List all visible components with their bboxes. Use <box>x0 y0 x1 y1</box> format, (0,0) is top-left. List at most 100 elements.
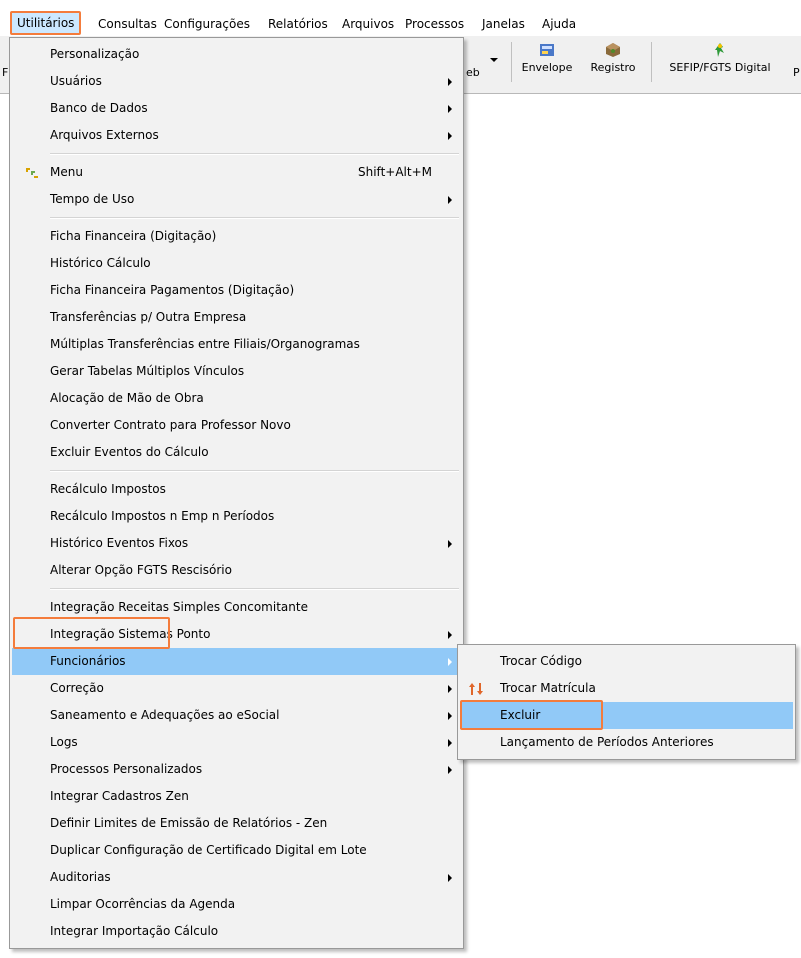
menu-item-historico-calculo[interactable]: Histórico Cálculo <box>12 250 461 277</box>
menu-item-label: Integração Sistemas Ponto <box>50 627 211 641</box>
menu-item-multiplas-transferencias[interactable]: Múltiplas Transferências entre Filiais/O… <box>12 331 461 358</box>
submenu-arrow-icon <box>448 658 452 666</box>
submenu-item-label: Excluir <box>500 708 541 722</box>
submenu-item-trocar-matricula[interactable]: Trocar Matrícula <box>460 675 793 702</box>
menu-item-label: Personalização <box>50 47 140 61</box>
menubar-relatorios[interactable]: Relatórios <box>264 14 332 34</box>
menu-item-arquivos-externos[interactable]: Arquivos Externos <box>12 122 461 149</box>
menu-item-ficha-financeira[interactable]: Ficha Financeira (Digitação) <box>12 223 461 250</box>
menubar-utilitarios[interactable]: Utilitários <box>10 11 82 35</box>
menu-item-label: Recálculo Impostos n Emp n Períodos <box>50 509 275 523</box>
menu-item-correcao[interactable]: Correção <box>12 675 461 702</box>
menu-item-integrar-importacao[interactable]: Integrar Importação Cálculo <box>12 918 461 945</box>
sefip-icon <box>715 43 724 57</box>
submenu-arrow-icon <box>448 196 452 204</box>
submenu-item-label: Trocar Código <box>500 654 582 668</box>
menu-item-label: Múltiplas Transferências entre Filiais/O… <box>50 337 360 351</box>
menu-item-integracao-sistemas-ponto[interactable]: Integração Sistemas Ponto <box>12 621 461 648</box>
submenu-arrow-icon <box>448 739 452 747</box>
menubar-ajuda[interactable]: Ajuda <box>538 14 580 34</box>
toolbar-web-fragment[interactable]: eb <box>466 66 480 79</box>
menu-item-label: Usuários <box>50 74 102 88</box>
menu-item-logs[interactable]: Logs <box>12 729 461 756</box>
menubar-consultas[interactable]: Consultas <box>94 14 161 34</box>
menu-item-duplicar-configuracao[interactable]: Duplicar Configuração de Certificado Dig… <box>12 837 461 864</box>
menu-item-label: Recálculo Impostos <box>50 482 166 496</box>
funcionarios-submenu: Trocar Código Trocar Matrícula Excluir L… <box>457 644 796 760</box>
submenu-item-excluir[interactable]: Excluir <box>460 702 793 729</box>
menu-item-label: Duplicar Configuração de Certificado Dig… <box>50 843 367 857</box>
menu-item-label: Ficha Financeira (Digitação) <box>50 229 217 243</box>
menu-item-usuarios[interactable]: Usuários <box>12 68 461 95</box>
menu-bar: Utilitários Consultas Configurações Rela… <box>0 0 801 36</box>
menu-item-processos-personalizados[interactable]: Processos Personalizados <box>12 756 461 783</box>
menu-item-gerar-tabelas[interactable]: Gerar Tabelas Múltiplos Vínculos <box>12 358 461 385</box>
menu-separator <box>50 153 459 155</box>
submenu-arrow-icon <box>448 712 452 720</box>
menu-item-label: Alocação de Mão de Obra <box>50 391 204 405</box>
menu-item-label: Processos Personalizados <box>50 762 203 776</box>
menu-item-label: Integrar Importação Cálculo <box>50 924 219 938</box>
menu-item-auditorias[interactable]: Auditorias <box>12 864 461 891</box>
menubar-processos[interactable]: Processos <box>401 14 468 34</box>
menu-item-label: Definir Limites de Emissão de Relatórios… <box>50 816 328 830</box>
menu-item-definir-limites[interactable]: Definir Limites de Emissão de Relatórios… <box>12 810 461 837</box>
menu-item-label: Tempo de Uso <box>50 192 135 206</box>
menu-item-label: Auditorias <box>50 870 111 884</box>
submenu-arrow-icon <box>448 874 452 882</box>
menu-item-funcionarios[interactable]: Funcionários <box>12 648 461 675</box>
menu-item-label: Correção <box>50 681 104 695</box>
menu-item-alterar-opcao-fgts[interactable]: Alterar Opção FGTS Rescisório <box>12 557 461 584</box>
menu-item-label: Transferências p/ Outra Empresa <box>50 310 247 324</box>
toolbar-left-fragment: F <box>2 66 9 79</box>
registro-button[interactable]: Registro <box>584 42 642 74</box>
submenu-item-label: Trocar Matrícula <box>500 681 596 695</box>
menu-item-tempo-de-uso[interactable]: Tempo de Uso <box>12 186 461 213</box>
menu-item-label: Logs <box>50 735 78 749</box>
submenu-arrow-icon <box>448 105 452 113</box>
menu-item-converter-contrato[interactable]: Converter Contrato para Professor Novo <box>12 412 461 439</box>
menu-item-ficha-financeira-pagamentos[interactable]: Ficha Financeira Pagamentos (Digitação) <box>12 277 461 304</box>
menubar-configuracoes[interactable]: Configurações <box>160 14 254 34</box>
toolbar-separator <box>651 42 652 82</box>
toolbar-separator <box>511 42 512 82</box>
menu-item-recalculo-impostos[interactable]: Recálculo Impostos <box>12 476 461 503</box>
menu-item-label: Banco de Dados <box>50 101 148 115</box>
envelope-button[interactable]: Envelope <box>520 42 574 74</box>
submenu-arrow-icon <box>448 685 452 693</box>
submenu-arrow-icon <box>448 540 452 548</box>
menu-item-label: Integração Receitas Simples Concomitante <box>50 600 308 614</box>
menu-item-banco-de-dados[interactable]: Banco de Dados <box>12 95 461 122</box>
menu-item-label: Arquivos Externos <box>50 128 159 142</box>
menu-item-label: Gerar Tabelas Múltiplos Vínculos <box>50 364 245 378</box>
menu-item-saneamento[interactable]: Saneamento e Adequações ao eSocial <box>12 702 461 729</box>
menu-item-label: Histórico Cálculo <box>50 256 151 270</box>
menubar-janelas[interactable]: Janelas <box>478 14 529 34</box>
menu-item-integracao-receitas[interactable]: Integração Receitas Simples Concomitante <box>12 594 461 621</box>
menu-item-label: Converter Contrato para Professor Novo <box>50 418 291 432</box>
menu-item-integrar-cadastros-zen[interactable]: Integrar Cadastros Zen <box>12 783 461 810</box>
toolbar-right-fragment: P <box>793 66 800 79</box>
menu-item-historico-eventos-fixos[interactable]: Histórico Eventos Fixos <box>12 530 461 557</box>
menu-item-label: Excluir Eventos do Cálculo <box>50 445 209 459</box>
submenu-item-trocar-codigo[interactable]: Trocar Código <box>460 648 793 675</box>
menu-item-alocacao[interactable]: Alocação de Mão de Obra <box>12 385 461 412</box>
menu-item-recalculo-impostos-n-emp[interactable]: Recálculo Impostos n Emp n Períodos <box>12 503 461 530</box>
envelope-icon <box>540 44 554 56</box>
menu-item-transferencias[interactable]: Transferências p/ Outra Empresa <box>12 304 461 331</box>
menu-item-label: Menu <box>50 165 83 179</box>
menu-item-label: Limpar Ocorrências da Agenda <box>50 897 236 911</box>
menu-item-personalizacao[interactable]: Personalização <box>12 41 461 68</box>
sefip-label: SEFIP/FGTS Digital <box>669 61 771 74</box>
submenu-arrow-icon <box>448 631 452 639</box>
menu-item-excluir-eventos[interactable]: Excluir Eventos do Cálculo <box>12 439 461 466</box>
menu-item-label: Alterar Opção FGTS Rescisório <box>50 563 232 577</box>
menu-item-limpar-ocorrencias[interactable]: Limpar Ocorrências da Agenda <box>12 891 461 918</box>
sefip-button[interactable]: SEFIP/FGTS Digital <box>660 42 780 74</box>
submenu-arrow-icon <box>448 78 452 86</box>
menubar-arquivos[interactable]: Arquivos <box>338 14 398 34</box>
dropdown-arrow-icon[interactable] <box>490 58 498 62</box>
envelope-label: Envelope <box>521 61 573 74</box>
submenu-item-lancamento-periodos[interactable]: Lançamento de Períodos Anteriores <box>460 729 793 756</box>
menu-item-menu[interactable]: Menu Shift+Alt+M <box>12 159 461 186</box>
